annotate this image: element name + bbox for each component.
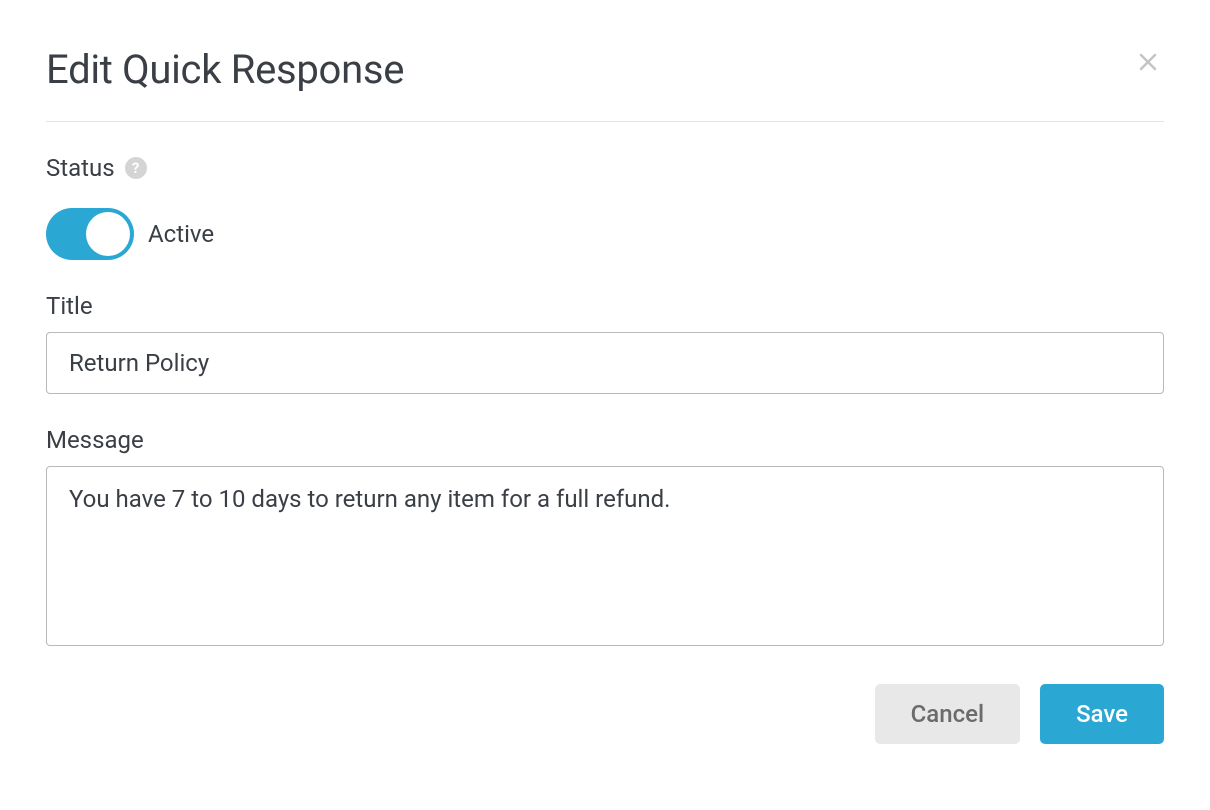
title-field-group: Title <box>46 292 1164 394</box>
toggle-state-label: Active <box>148 220 214 248</box>
cancel-button[interactable]: Cancel <box>875 684 1020 744</box>
title-input[interactable] <box>46 332 1164 394</box>
button-row: Cancel Save <box>46 684 1164 744</box>
status-toggle[interactable] <box>46 208 134 260</box>
modal-title: Edit Quick Response <box>46 46 404 93</box>
message-label: Message <box>46 426 144 454</box>
close-icon <box>1136 50 1160 74</box>
status-field-group: Status ? Active <box>46 154 1164 260</box>
modal-header: Edit Quick Response <box>46 46 1164 122</box>
message-textarea[interactable]: You have 7 to 10 days to return any item… <box>46 466 1164 646</box>
status-label-row: Status ? <box>46 154 1164 182</box>
help-icon[interactable]: ? <box>125 157 147 179</box>
save-button[interactable]: Save <box>1040 684 1164 744</box>
title-label: Title <box>46 292 93 320</box>
status-label: Status <box>46 154 115 182</box>
toggle-row: Active <box>46 208 1164 260</box>
message-field-group: Message You have 7 to 10 days to return … <box>46 426 1164 650</box>
close-button[interactable] <box>1132 46 1164 80</box>
toggle-knob <box>86 212 130 256</box>
